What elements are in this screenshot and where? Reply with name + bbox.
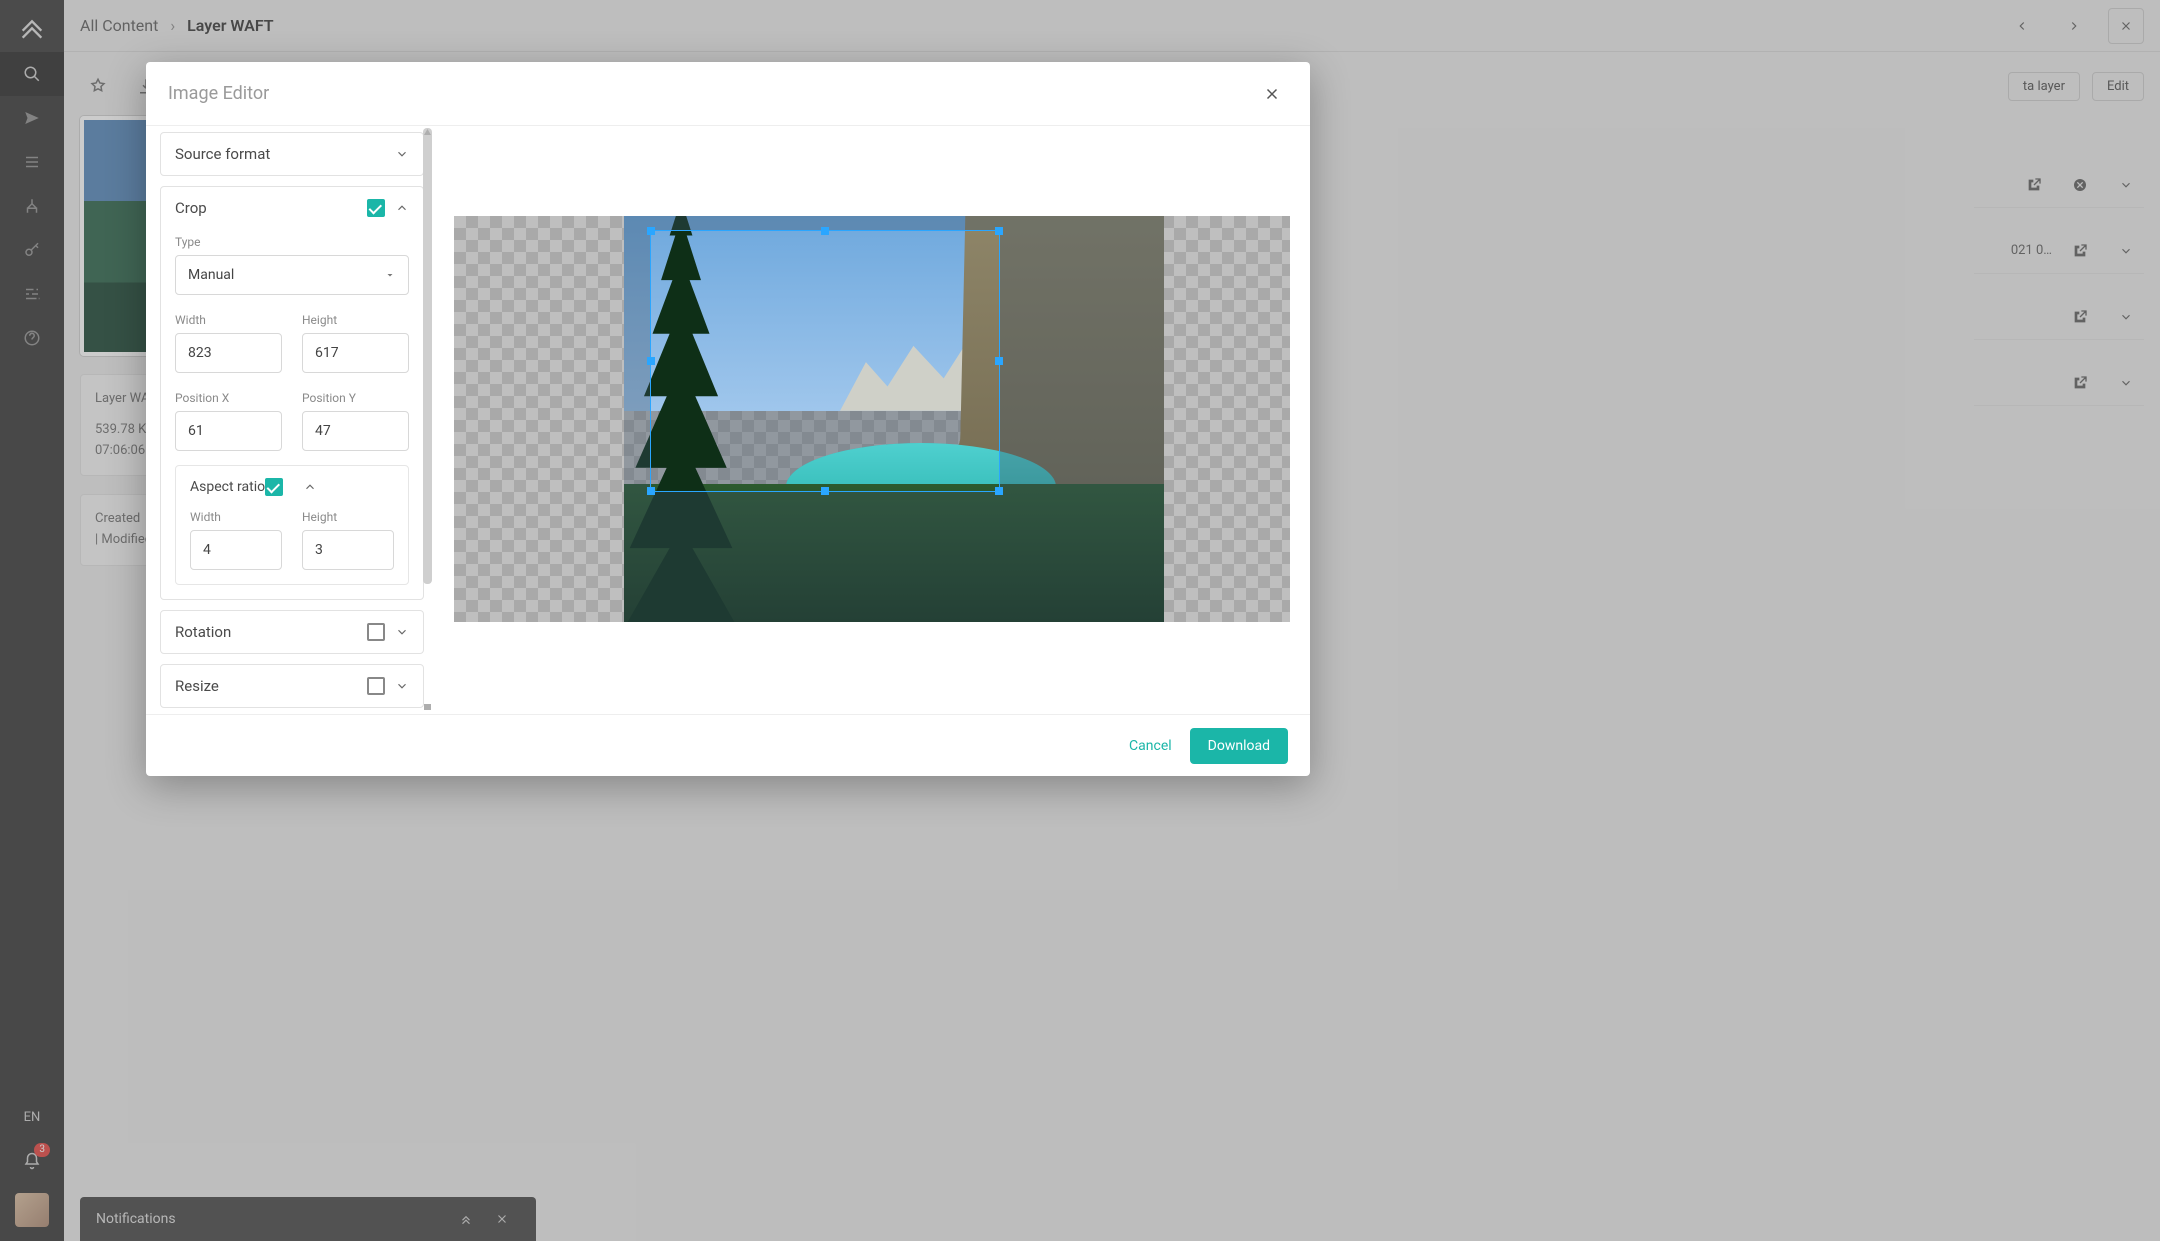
crop-height-input[interactable]: 617 <box>302 333 409 373</box>
crop-handle-tl[interactable] <box>647 227 655 235</box>
resize-label: Resize <box>175 677 219 695</box>
resize-checkbox[interactable] <box>367 677 385 695</box>
crop-type-label: Type <box>175 235 409 249</box>
crop-handle-tr[interactable] <box>995 227 1003 235</box>
modal-header: Image Editor <box>146 62 1310 126</box>
aspect-ratio-label: Aspect ratio <box>190 479 265 495</box>
aspect-width-input[interactable]: 4 <box>190 530 282 570</box>
crop-posx-label: Position X <box>175 391 282 405</box>
crop-posx-input[interactable]: 61 <box>175 411 282 451</box>
rotation-checkbox[interactable] <box>367 623 385 641</box>
crop-handle-bl[interactable] <box>647 487 655 495</box>
modal-footer: Cancel Download <box>146 714 1310 776</box>
resize-card: Resize <box>160 664 424 708</box>
chevron-up-icon <box>303 480 317 494</box>
crop-card: Crop Type Manual Width 823 <box>160 186 424 600</box>
chevron-down-icon <box>395 679 409 693</box>
source-format-toggle[interactable]: Source format <box>161 133 423 175</box>
crop-label: Crop <box>175 199 207 217</box>
aspect-width-label: Width <box>190 510 282 524</box>
crop-type-select[interactable]: Manual <box>175 255 409 295</box>
cancel-button[interactable]: Cancel <box>1129 738 1172 754</box>
crop-handle-tm[interactable] <box>821 227 829 235</box>
crop-width-label: Width <box>175 313 282 327</box>
scrollbar[interactable] <box>423 128 432 584</box>
canvas-area <box>434 126 1310 714</box>
chevron-up-icon <box>395 201 409 215</box>
image-editor-modal: Image Editor Source format Crop <box>146 62 1310 776</box>
aspect-ratio-card: Aspect ratio Width 4 Height <box>175 465 409 585</box>
source-format-label: Source format <box>175 145 270 163</box>
aspect-ratio-checkbox[interactable] <box>265 478 283 496</box>
source-format-card: Source format <box>160 132 424 176</box>
crop-handle-bm[interactable] <box>821 487 829 495</box>
resize-toggle[interactable]: Resize <box>161 665 423 707</box>
rotation-card: Rotation <box>160 610 424 654</box>
crop-checkbox[interactable] <box>367 199 385 217</box>
modal-title: Image Editor <box>168 83 269 104</box>
crop-handle-ml[interactable] <box>647 357 655 365</box>
crop-toggle[interactable]: Crop <box>161 187 423 229</box>
crop-width-input[interactable]: 823 <box>175 333 282 373</box>
modal-close-icon[interactable] <box>1256 78 1288 110</box>
download-button[interactable]: Download <box>1190 728 1288 764</box>
crop-type-value: Manual <box>188 267 234 283</box>
chevron-down-icon <box>395 147 409 161</box>
crop-height-label: Height <box>302 313 409 327</box>
dropdown-icon <box>384 269 396 281</box>
crop-handle-mr[interactable] <box>995 357 1003 365</box>
rotation-toggle[interactable]: Rotation <box>161 611 423 653</box>
crop-posy-label: Position Y <box>302 391 409 405</box>
crop-selection[interactable] <box>650 230 1000 492</box>
rotation-label: Rotation <box>175 623 231 641</box>
crop-handle-br[interactable] <box>995 487 1003 495</box>
aspect-height-label: Height <box>302 510 394 524</box>
crop-posy-input[interactable]: 47 <box>302 411 409 451</box>
aspect-height-input[interactable]: 3 <box>302 530 394 570</box>
image-canvas[interactable] <box>454 216 1290 622</box>
settings-panel: Source format Crop Type Manual <box>146 126 434 714</box>
chevron-down-icon <box>395 625 409 639</box>
